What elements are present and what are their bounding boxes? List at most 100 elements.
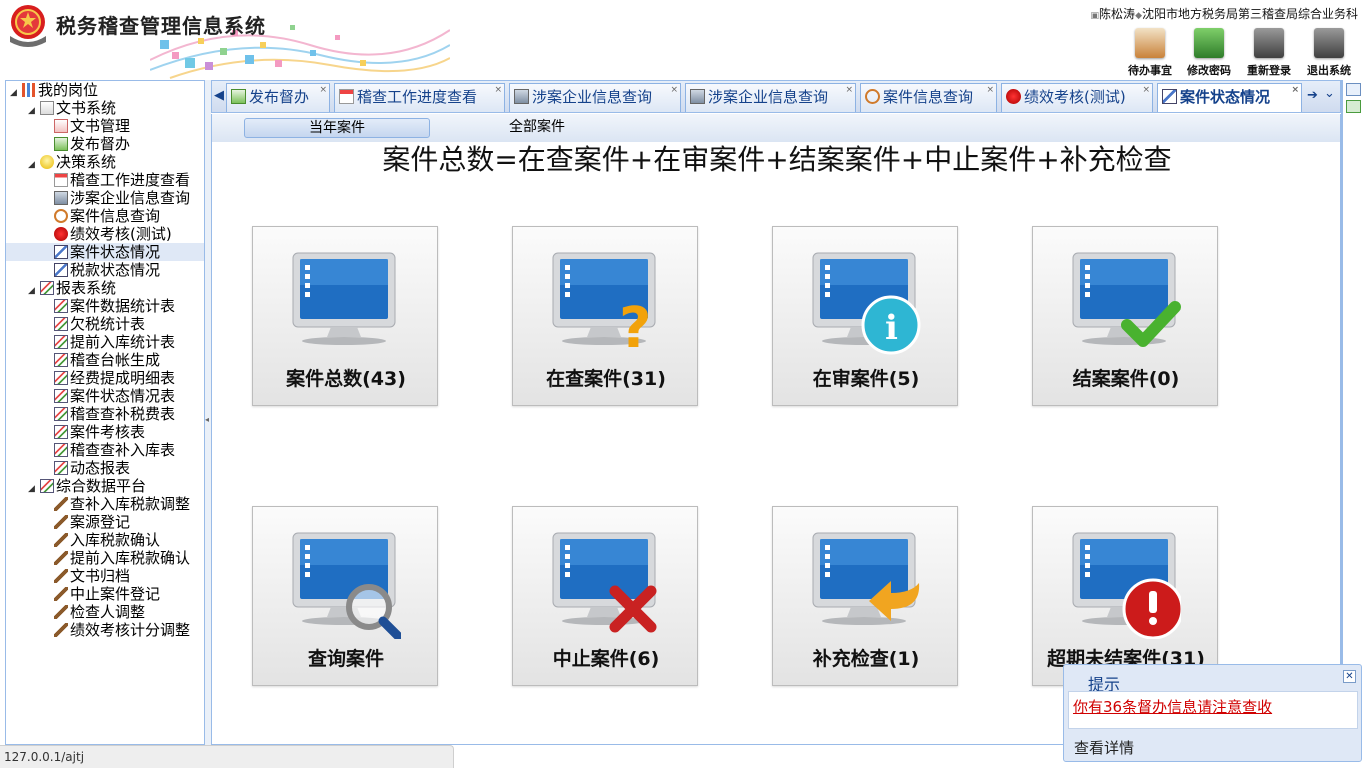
sidebar-item-23[interactable]: 案源登记: [54, 513, 130, 531]
subtab-all-cases[interactable]: 全部案件: [444, 118, 630, 138]
tab-close-icon[interactable]: ×: [1142, 77, 1150, 104]
sidebar-item-label: 绩效考核(测试): [70, 225, 172, 243]
tab-4[interactable]: 案件信息查询 ×: [860, 83, 997, 112]
sidebar-tree: ◢ 我的岗位 ◢ 文书系统 文书管理 发布督办 ◢ 决策系统 稽查工作进度查看 涉案企业信息查询…: [5, 80, 205, 745]
tab-scroll-left-icon[interactable]: ◀: [214, 88, 224, 103]
case-card-0[interactable]: 案件总数(43): [252, 226, 438, 406]
sidebar-item-10[interactable]: ◢ 报表系统: [28, 279, 116, 297]
sidebar-item-17[interactable]: 稽查查补税费表: [54, 405, 175, 423]
sidebar-item-26[interactable]: 文书归档: [54, 567, 130, 585]
tab-close-icon[interactable]: ×: [986, 77, 994, 104]
tab-close-icon[interactable]: ×: [845, 77, 853, 104]
tree-root-label: 我的岗位: [38, 81, 99, 99]
power-icon: [1314, 28, 1344, 58]
case-card-3[interactable]: 结案案件(0): [1032, 226, 1218, 406]
sidebar-item-label: 案件状态情况表: [70, 387, 176, 405]
sidebar-item-16[interactable]: 案件状态情况表: [54, 387, 175, 405]
relogin-icon: [1254, 28, 1284, 58]
calendar-icon: [339, 89, 354, 104]
sidebar-item-label: 入库税款确认: [70, 531, 161, 549]
tab-5[interactable]: 绩效考核(测试) ×: [1001, 83, 1153, 112]
case-card-7[interactable]: 超期未结案件(31): [1032, 506, 1218, 686]
user-name: 陈松涛: [1099, 7, 1136, 21]
tab-close-icon[interactable]: ×: [319, 77, 327, 104]
chart-edit-icon: [54, 263, 68, 277]
export-icon[interactable]: [1346, 100, 1361, 113]
sidebar-item-19[interactable]: 稽查查补入库表: [54, 441, 175, 459]
case-card-6[interactable]: 补充检查(1): [772, 506, 958, 686]
sidebar-item-25[interactable]: 提前入库税款确认: [54, 549, 190, 567]
notification-message-link[interactable]: 你有36条督办信息请注意查收: [1073, 698, 1272, 716]
sidebar-item-0[interactable]: ◢ 文书系统: [28, 99, 116, 117]
logout-button[interactable]: 退出系统: [1300, 28, 1358, 78]
sidebar-item-22[interactable]: 查补入库税款调整: [54, 495, 190, 513]
expand-arrow-icon[interactable]: ◢: [10, 84, 20, 102]
expand-arrow-icon[interactable]: ◢: [28, 156, 38, 174]
tab-label: 稽查工作进度查看: [357, 88, 478, 106]
case-card-4[interactable]: 查询案件: [252, 506, 438, 686]
case-card-1[interactable]: ? 在查案件(31): [512, 226, 698, 406]
tab-6[interactable]: 案件状态情况 ×: [1157, 83, 1302, 112]
sidebar-item-7[interactable]: 绩效考核(测试): [54, 225, 172, 243]
tab-0[interactable]: 发布督办 ×: [226, 83, 330, 112]
tab-close-icon[interactable]: ×: [670, 77, 678, 104]
sidebar-item-4[interactable]: 稽查工作进度查看: [54, 171, 190, 189]
expand-arrow-icon[interactable]: ◢: [28, 102, 38, 120]
calendar-icon: [54, 173, 68, 187]
building-icon: [514, 89, 529, 104]
tab-1[interactable]: 稽查工作进度查看 ×: [334, 83, 505, 112]
case-card-2[interactable]: i 在审案件(5): [772, 226, 958, 406]
tab-3[interactable]: 涉案企业信息查询 ×: [685, 83, 856, 112]
sidebar-item-24[interactable]: 入库税款确认: [54, 531, 160, 549]
view-details-link[interactable]: 查看详情: [1074, 737, 1134, 758]
tab-2[interactable]: 涉案企业信息查询 ×: [509, 83, 681, 112]
sidebar-item-label: 提前入库税款确认: [70, 549, 191, 567]
tree-root[interactable]: ◢ 我的岗位: [10, 81, 98, 99]
sidebar-item-14[interactable]: 稽查台帐生成: [54, 351, 160, 369]
sidebar-item-28[interactable]: 检查人调整: [54, 603, 145, 621]
status-url: 127.0.0.1/ajtj: [0, 745, 454, 768]
tab-close-icon[interactable]: ×: [1291, 77, 1299, 104]
window-icon[interactable]: [1346, 83, 1361, 96]
sidebar-item-2[interactable]: 发布督办: [54, 135, 130, 153]
sidebar-item-18[interactable]: 案件考核表: [54, 423, 145, 441]
case-card-5[interactable]: 中止案件(6): [512, 506, 698, 686]
relogin-button[interactable]: 重新登录: [1240, 28, 1298, 78]
change-password-button[interactable]: 修改密码: [1180, 28, 1238, 78]
sidebar-item-3[interactable]: ◢ 决策系统: [28, 153, 116, 171]
user-info: ▣陈松涛◆沈阳市地方税务局第三稽查局综合业务科: [1091, 5, 1358, 22]
logout-label: 退出系统: [1307, 64, 1351, 77]
tab-close-icon[interactable]: ×: [494, 77, 502, 104]
expand-arrow-icon[interactable]: ◢: [28, 282, 38, 300]
sidebar-item-20[interactable]: 动态报表: [54, 459, 130, 477]
sidebar-item-label: 文书管理: [70, 117, 131, 135]
sidebar-item-label: 文书系统: [56, 99, 117, 117]
todo-button[interactable]: 待办事宜: [1121, 28, 1179, 78]
sidebar-item-9[interactable]: 税款状态情况: [54, 261, 160, 279]
sidebar-item-5[interactable]: 涉案企业信息查询: [54, 189, 190, 207]
report-icon: [54, 335, 68, 349]
sidebar-item-1[interactable]: 文书管理: [54, 117, 130, 135]
report-icon: [54, 389, 68, 403]
sidebar-item-label: 欠税统计表: [70, 315, 146, 333]
sidebar-item-11[interactable]: 案件数据统计表: [54, 297, 175, 315]
tab-scroll-right-icon[interactable]: ➔: [1307, 88, 1318, 103]
sidebar-item-8[interactable]: 案件状态情况: [6, 243, 204, 261]
close-icon[interactable]: ✕: [1343, 670, 1356, 683]
report-icon: [54, 425, 68, 439]
main-panel: 案件总数=在查案件+在审案件+结案案件+中止案件+补充检查 案件总数(43)? 在…: [211, 142, 1341, 745]
tab-label: 绩效考核(测试): [1024, 88, 1126, 106]
notification-popup: 提示 ✕ 你有36条督办信息请注意查收 查看详情: [1063, 664, 1362, 762]
sidebar-item-29[interactable]: 绩效考核计分调整: [54, 621, 190, 639]
case-card-label: 在查案件(31): [546, 368, 666, 390]
report-icon: [54, 299, 68, 313]
sidebar-item-6[interactable]: 案件信息查询: [54, 207, 160, 225]
subtab-current-year[interactable]: 当年案件: [244, 118, 430, 138]
sidebar-item-27[interactable]: 中止案件登记: [54, 585, 160, 603]
sidebar-item-21[interactable]: ◢ 综合数据平台: [28, 477, 146, 495]
sidebar-item-15[interactable]: 经费提成明细表: [54, 369, 175, 387]
sidebar-item-13[interactable]: 提前入库统计表: [54, 333, 175, 351]
sidebar-item-12[interactable]: 欠税统计表: [54, 315, 145, 333]
expand-arrow-icon[interactable]: ◢: [28, 480, 38, 498]
tab-menu-icon[interactable]: ⌄: [1324, 86, 1335, 101]
